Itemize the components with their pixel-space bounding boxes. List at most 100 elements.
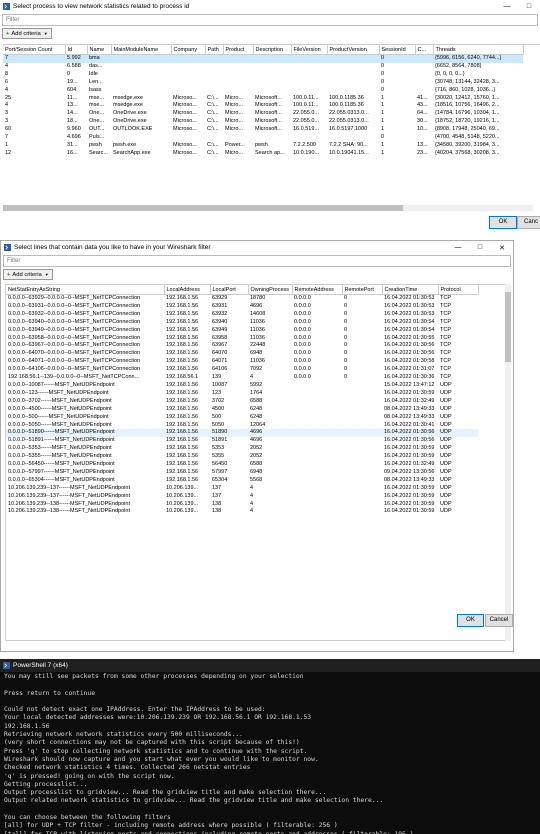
column-header[interactable]: FileVersion [291, 45, 328, 55]
table-cell: 5568 [250, 476, 263, 483]
column-header[interactable]: LocalAddress [164, 285, 211, 295]
plus-icon: + [7, 271, 11, 278]
column-header[interactable]: ProductVersion [327, 45, 380, 55]
table-row[interactable]: 8 0 Idle 0 {0, 0, 0, 0...} [3, 71, 523, 79]
table-row[interactable]: 0.0.0.0--5355------MSFT_NetUDPEndpoint 19… [6, 453, 478, 461]
table-row[interactable]: 7 5.992 bma 0 {5996, 6156, 6240, 7744...} [3, 54, 523, 63]
table-cell: TCP [440, 350, 451, 357]
table-row[interactable]: 0.0.0.0--51891------MSFT_NetUDPEndpoint 1… [6, 437, 478, 445]
table-row[interactable]: 0.0.0.0--63932--0.0.0.0--0--MSFT_NetTCPC… [6, 311, 478, 319]
netstat-table[interactable]: NetStatEntryAsString LocalAddress LocalPor… [5, 284, 507, 641]
table-row[interactable]: 0.0.0.0--64106--0.0.0.0--0--MSFT_NetTCPC… [6, 366, 478, 374]
column-header[interactable]: Path [205, 45, 224, 55]
vertical-scrollbar[interactable] [505, 284, 511, 641]
table-row[interactable]: 0.0.0.0--57997------MSFT_NetUDPEndpoint 1… [6, 469, 478, 477]
column-header[interactable]: RemoteAddress [292, 285, 343, 295]
table-cell: TCP [440, 326, 451, 333]
minimize-icon[interactable]: — [447, 244, 469, 251]
table-row[interactable]: 192.168.56.1--139--0.0.0.0--0--MSFT_NetT… [6, 374, 478, 382]
win2-grid[interactable]: NetStatEntryAsString LocalAddress LocalPor… [6, 285, 479, 516]
win1-grid[interactable]: Port/Session Count Id Name MainModuleName Co… [3, 45, 524, 158]
table-cell: TCP [440, 334, 451, 341]
column-header[interactable]: RemotePort [342, 285, 383, 295]
table-row[interactable]: 0.0.0.0--63929--0.0.0.0--0--MSFT_NetTCPC… [6, 295, 478, 303]
column-header[interactable]: LocalPort [210, 285, 249, 295]
table-row[interactable]: 4 13... mse... msedge.exe Microso... C:\... Mi… [3, 102, 523, 110]
table-cell: 137 [212, 492, 222, 499]
table-row[interactable]: 10.206.139.239--137------MSFT_NetUDPEndp… [6, 493, 478, 501]
maximize-icon[interactable]: □ [518, 3, 540, 10]
table-cell: 0 [379, 54, 415, 63]
table-row[interactable]: 60 9.960 OUT... OUTLOOK.EXE Microso... C:\...… [3, 126, 523, 134]
column-header[interactable]: SessionId [379, 45, 416, 55]
table-row[interactable]: 0.0.0.0--5353------MSFT_NetUDPEndpoint 19… [6, 445, 478, 453]
column-header[interactable]: OwningProcess [248, 285, 293, 295]
table-row[interactable]: 10.206.139.239--138------MSFT_NetUDPEndp… [6, 508, 478, 516]
column-header[interactable]: Description [253, 45, 292, 55]
maximize-icon[interactable]: □ [469, 244, 491, 251]
table-row[interactable]: 1 31... pwsh pwsh.exe Microso... C:\... Power.… [3, 142, 523, 150]
filter-input[interactable]: Filter [2, 14, 538, 26]
table-cell: 51891 [212, 437, 228, 444]
column-header[interactable]: C... [415, 45, 434, 55]
cancel-button[interactable]: Cancel [485, 614, 513, 627]
table-row[interactable]: 0.0.0.0--63949--0.0.0.0--0--MSFT_NetTCPC… [6, 327, 478, 335]
table-cell: TCP [440, 310, 451, 317]
column-header[interactable]: Name [87, 45, 112, 55]
table-row[interactable]: 0.0.0.0--64070--0.0.0.0--0--MSFT_NetTCPC… [6, 350, 478, 358]
table-row[interactable]: 0.0.0.0--500------MSFT_NetUDPEndpoint 192… [6, 414, 478, 422]
column-header[interactable]: MainModuleName [111, 45, 172, 55]
column-header[interactable]: Product [223, 45, 254, 55]
table-row[interactable]: 10.206.139.239--137------MSFT_NetUDPEndp… [6, 485, 478, 493]
table-row[interactable]: 0.0.0.0--123------MSFT_NetUDPEndpoint 192… [6, 390, 478, 398]
column-header[interactable]: Port/Session Count [3, 45, 66, 55]
table-row[interactable]: 12 16... Searc... SearchApp.exe Microso... C:… [3, 150, 523, 158]
table-row[interactable]: 0.0.0.0--51890------MSFT_NetUDPEndpoint 1… [6, 429, 478, 438]
table-row[interactable]: 3 18... One... OneDrive.exe Microso... C:\...… [3, 118, 523, 126]
table-cell: 0.0.0.0--51891------MSFT_NetUDPEndpoint [8, 437, 115, 444]
table-row[interactable]: 0.0.0.0--3702------MSFT_NetUDPEndpoint 19… [6, 398, 478, 406]
table-row[interactable]: 6 19... Len... 0 {30748, 13144, 32428, 3... [3, 79, 523, 87]
table-row[interactable]: 0.0.0.0--63940--0.0.0.0--0--MSFT_NetTCPC… [6, 319, 478, 327]
filter-input[interactable]: Filter [3, 255, 511, 267]
table-row[interactable]: 0.0.0.0--64071--0.0.0.0--0--MSFT_NetTCPC… [6, 358, 478, 366]
table-row[interactable]: 0.0.0.0--56450------MSFT_NetUDPEndpoint 1… [6, 461, 478, 469]
table-row[interactable]: 0.0.0.0--63958--0.0.0.0--0--MSFT_NetTCPC… [6, 335, 478, 343]
table-row[interactable]: 0.0.0.0--4500------MSFT_NetUDPEndpoint 19… [6, 406, 478, 414]
ok-button[interactable]: OK [489, 216, 517, 229]
table-row[interactable]: 0.0.0.0--63931--0.0.0.0--0--MSFT_NetTCPC… [6, 303, 478, 311]
column-header[interactable]: Threads [433, 45, 524, 55]
title-bar[interactable]: PowerShell 7 (x64) [0, 659, 540, 672]
column-header[interactable]: Id [65, 45, 88, 55]
table-row[interactable]: 0.0.0.0--63967--0.0.0.0--0--MSFT_NetTCPC… [6, 342, 478, 350]
add-criteria-button[interactable]: + Add criteria ▼ [2, 28, 52, 39]
scrollbar-thumb[interactable] [3, 205, 403, 211]
console-output[interactable]: You may still see packets from some othe… [0, 672, 540, 834]
column-header[interactable]: NetStatEntryAsString [6, 285, 165, 295]
table-cell: pwsh.exe [113, 141, 137, 148]
table-row[interactable]: 0.0.0.0--10087------MSFT_NetUDPEndpoint 1… [6, 382, 478, 390]
process-table[interactable]: Port/Session Count Id Name MainModuleName Co… [3, 44, 540, 215]
column-header[interactable]: CreationTime [382, 285, 439, 295]
table-row[interactable]: 0.0.0.0--5050------MSFT_NetUDPEndpoint 19… [6, 422, 478, 430]
title-bar[interactable]: Select lines that contain data you like … [1, 241, 513, 254]
powershell-console-window[interactable]: PowerShell 7 (x64) You may still see pac… [0, 659, 540, 834]
scrollbar-thumb[interactable] [505, 292, 511, 362]
table-row[interactable]: 0.0.0.0--65304------MSFT_NetUDPEndpoint 1… [6, 477, 478, 485]
table-cell [342, 485, 382, 493]
add-criteria-button[interactable]: + Add criteria ▼ [3, 269, 53, 280]
close-icon[interactable]: ✕ [491, 244, 513, 252]
table-row[interactable]: 4 604 lsass 0 {716, 860, 1028, 1036...} [3, 87, 523, 95]
horizontal-scrollbar[interactable] [3, 205, 533, 211]
column-header[interactable]: Company [171, 45, 206, 55]
minimize-icon[interactable]: — [496, 3, 518, 10]
table-row[interactable]: 7 4.696 Puls... 0 {4700, 4548, 5148, 5220... [3, 134, 523, 142]
ok-button[interactable]: OK [457, 614, 484, 627]
column-header[interactable]: Protocol [438, 285, 479, 295]
table-row[interactable]: 4 6.588 das... 0 {6652, 8564, 7808} [3, 63, 523, 71]
cancel-button[interactable]: Canc [517, 216, 540, 229]
title-bar[interactable]: Select process to view network statistic… [0, 0, 540, 13]
table-row[interactable]: 10.206.139.239--138------MSFT_NetUDPEndp… [6, 501, 478, 509]
table-row[interactable]: 3 14... One... OneDrive.exe Microso... C:\...… [3, 110, 523, 118]
table-row[interactable]: 25 11... mse... msedge.exe Microso... C:\... M… [3, 95, 523, 103]
